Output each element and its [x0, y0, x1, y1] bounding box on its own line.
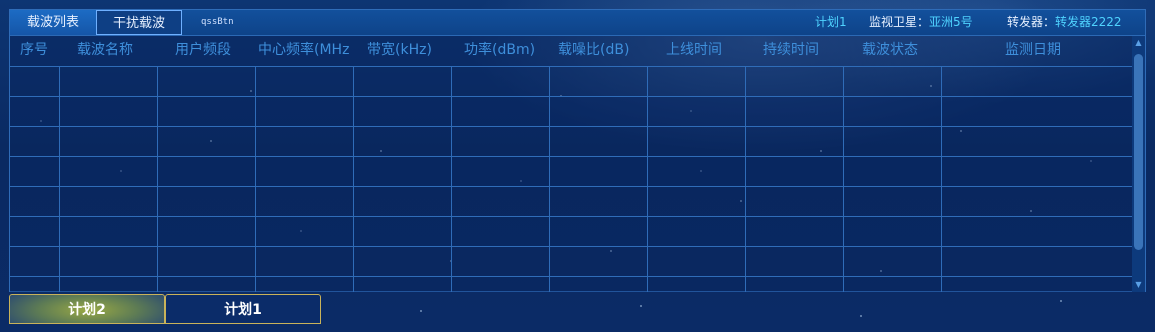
column-divider [745, 66, 746, 292]
table-row[interactable] [10, 216, 1132, 246]
transponder-info: 转发器：转发器2222 [1007, 10, 1122, 35]
tab-plan-1[interactable]: 计划1 [165, 294, 321, 324]
column-divider [157, 66, 158, 292]
carrier-panel: 载波列表 干扰载波 qssBtn 计划1 监视卫星：亚洲5号 转发器：转发器22… [9, 9, 1146, 292]
satellite-info: 监视卫星：亚洲5号 [869, 10, 973, 35]
column-divider [843, 66, 844, 292]
table-row[interactable] [10, 96, 1132, 126]
column-header-center-frequency[interactable]: 中心频率(MHz [258, 36, 349, 66]
column-header-duration[interactable]: 持续时间 [763, 36, 819, 66]
tab-plan-2[interactable]: 计划2 [9, 294, 165, 324]
column-divider [941, 66, 942, 292]
scroll-down-icon[interactable]: ▼ [1134, 280, 1143, 290]
tab-carrier-list[interactable]: 载波列表 [10, 10, 96, 35]
column-header-user-band[interactable]: 用户频段 [175, 36, 231, 66]
column-divider [59, 66, 60, 292]
qss-button[interactable]: qssBtn [201, 10, 234, 35]
column-header-carrier-status[interactable]: 载波状态 [862, 36, 918, 66]
tab-interference-carrier[interactable]: 干扰载波 [96, 10, 182, 35]
table-row[interactable] [10, 246, 1132, 276]
column-header-bandwidth[interactable]: 带宽(kHz) [367, 36, 432, 66]
satellite-value: 亚洲5号 [929, 15, 973, 29]
table-row[interactable] [10, 156, 1132, 186]
transponder-label: 转发器： [1007, 15, 1056, 29]
table-row[interactable] [10, 276, 1132, 292]
vertical-scrollbar[interactable]: ▲ ▼ [1132, 36, 1145, 292]
column-divider [451, 66, 452, 292]
column-divider [647, 66, 648, 292]
table-body [10, 66, 1132, 292]
table-row[interactable] [10, 126, 1132, 156]
column-header-carrier-name[interactable]: 载波名称 [77, 36, 133, 66]
column-header-monitor-date[interactable]: 监测日期 [1005, 36, 1061, 66]
column-header-cnr[interactable]: 载噪比(dB) [558, 36, 629, 66]
panel-toolbar: 载波列表 干扰载波 qssBtn 计划1 监视卫星：亚洲5号 转发器：转发器22… [10, 10, 1145, 36]
plan-indicator: 计划1 [815, 10, 847, 35]
column-divider [255, 66, 256, 292]
transponder-value: 转发器2222 [1055, 15, 1122, 29]
table-row[interactable] [10, 186, 1132, 216]
column-header-index[interactable]: 序号 [20, 36, 48, 66]
column-header-online-time[interactable]: 上线时间 [666, 36, 722, 66]
table-row[interactable] [10, 66, 1132, 96]
scroll-up-icon[interactable]: ▲ [1134, 38, 1143, 48]
column-header-power[interactable]: 功率(dBm) [464, 36, 535, 66]
plan-value: 计划1 [815, 15, 847, 29]
table-header: 序号 载波名称 用户频段 中心频率(MHz 带宽(kHz) 功率(dBm) 载噪… [10, 36, 1132, 66]
satellite-label: 监视卫星： [869, 15, 930, 29]
scrollbar-thumb[interactable] [1134, 54, 1143, 250]
column-divider [353, 66, 354, 292]
column-divider [549, 66, 550, 292]
